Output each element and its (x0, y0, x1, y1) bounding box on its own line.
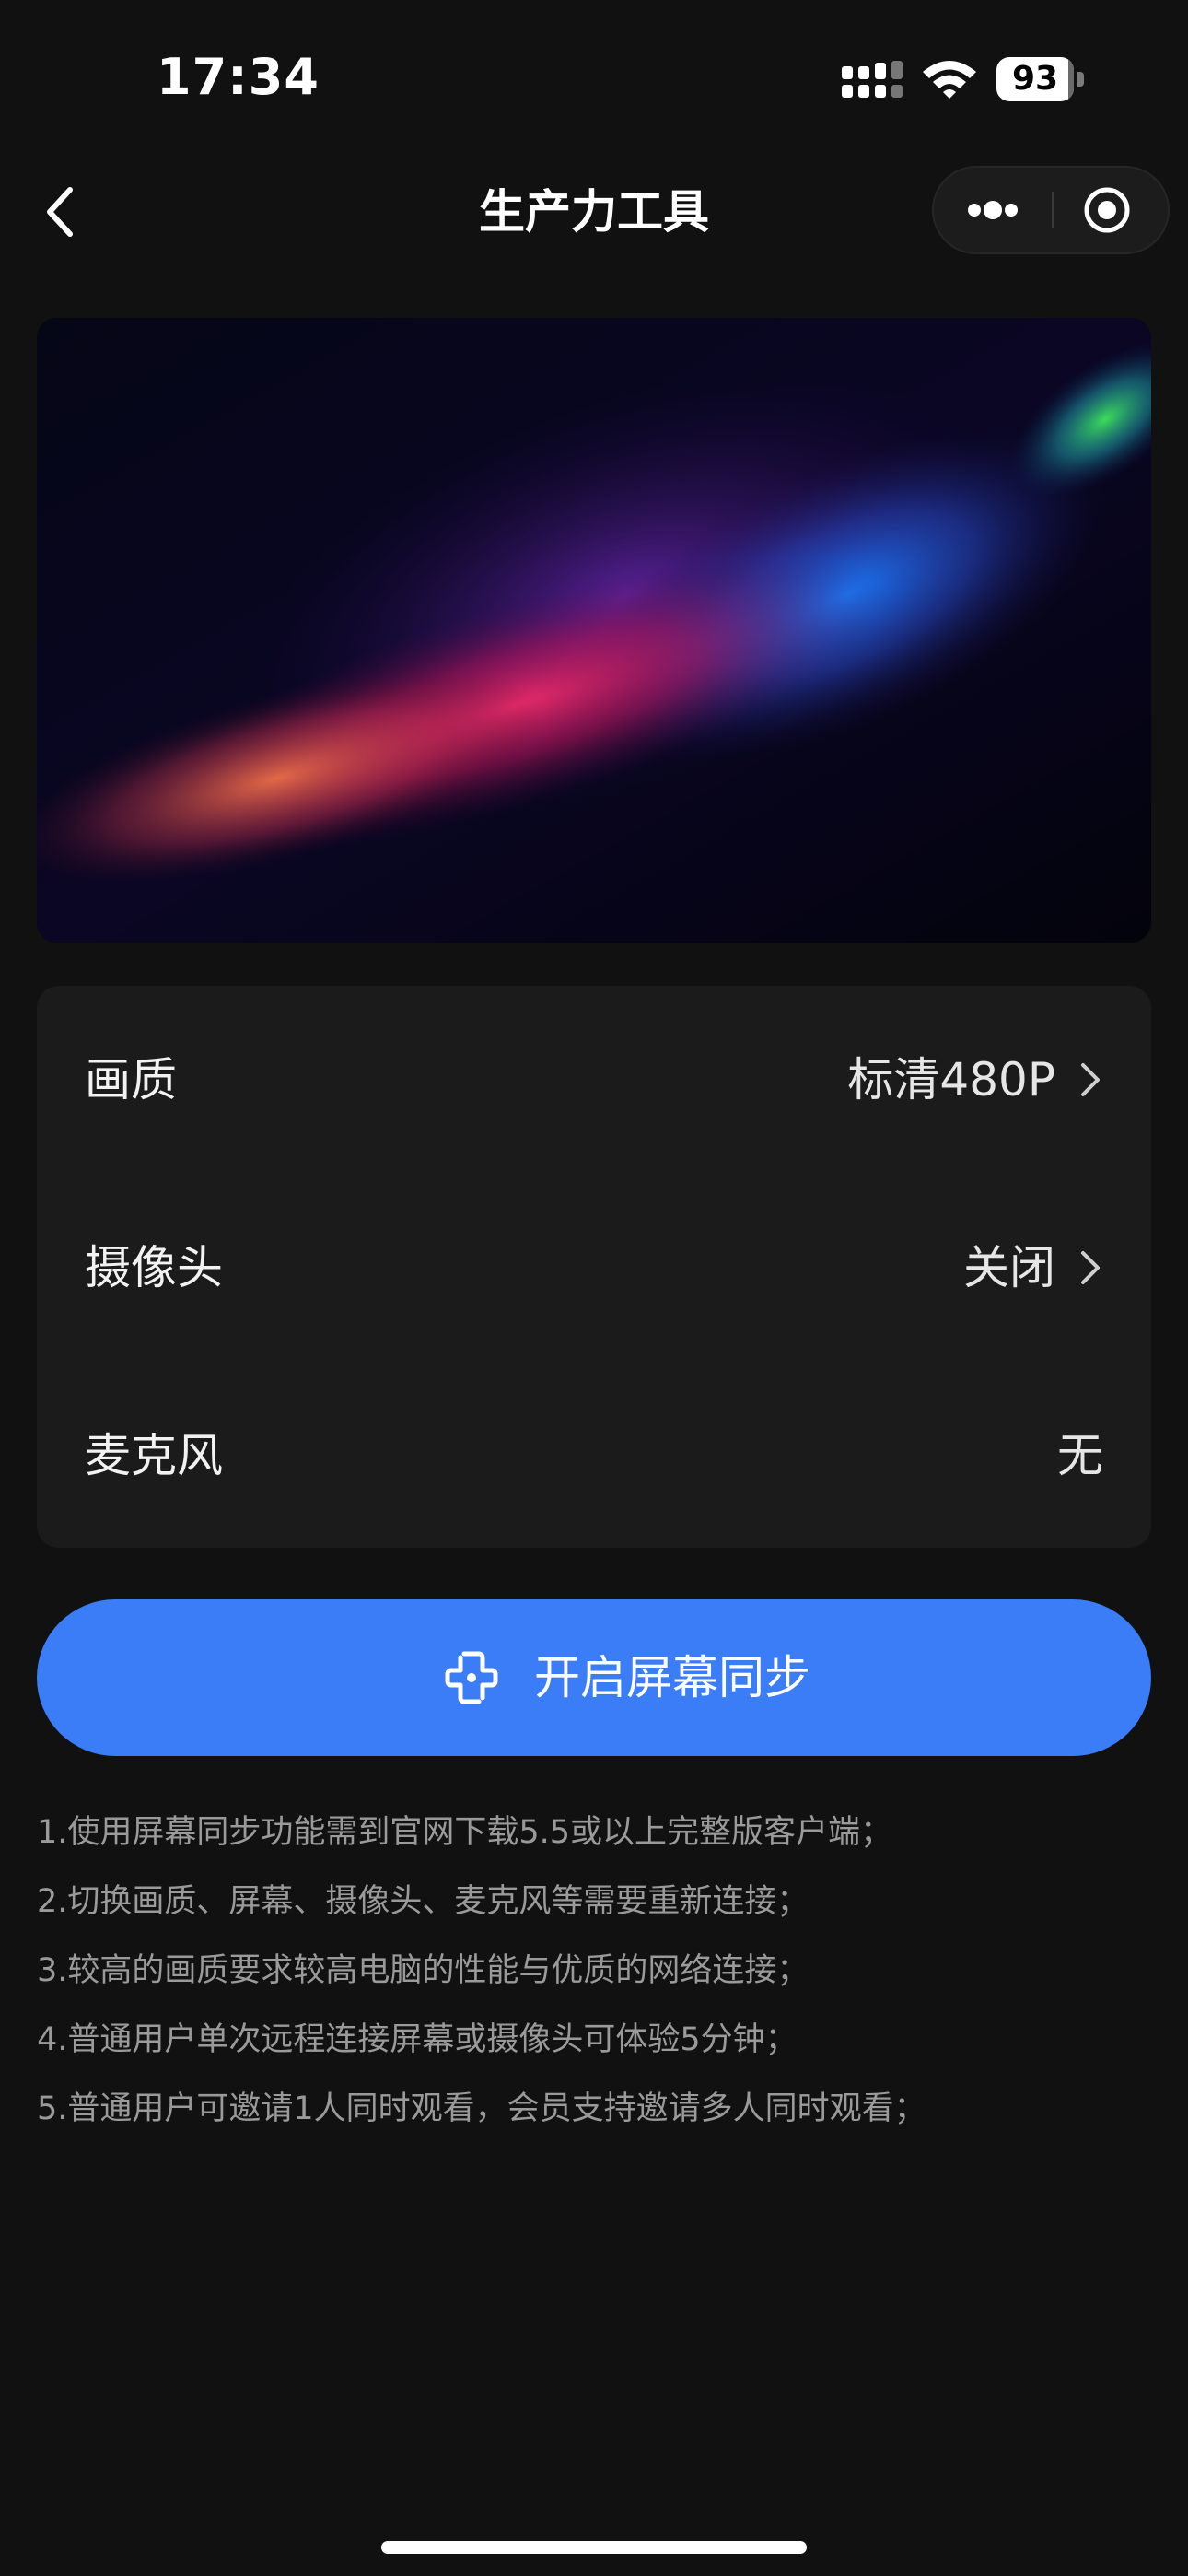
signal-icon (842, 61, 903, 98)
battery-level: 93 (1011, 60, 1059, 98)
note-item: 3.较高的画质要求较高电脑的性能与优质的网络连接； (37, 1952, 809, 1989)
setting-row-camera[interactable]: 摄像头 关闭 (37, 1174, 1151, 1362)
note-item: 4.普通用户单次远程连接屏幕或摄像头可体验5分钟； (37, 2021, 798, 2058)
more-button[interactable] (934, 168, 1052, 252)
setting-label: 摄像头 (85, 1241, 223, 1294)
start-button-label: 开启屏幕同步 (534, 1651, 810, 1704)
more-icon (968, 201, 1018, 219)
setting-label: 麦克风 (85, 1429, 223, 1482)
nav-bar: 生产力工具 (0, 157, 1188, 267)
battery-icon: 93 (996, 57, 1085, 101)
battery-cap (1077, 72, 1084, 87)
back-icon (47, 187, 73, 237)
note-item: 2.切换画质、屏幕、摄像头、麦克风等需要重新连接； (37, 1883, 809, 1920)
chevron-right-icon (1081, 1063, 1100, 1096)
start-screen-sync-button[interactable]: 开启屏幕同步 (37, 1599, 1151, 1756)
setting-value: 无 (1057, 1429, 1103, 1482)
screen-preview (37, 318, 1151, 943)
back-button[interactable] (37, 177, 92, 247)
setting-value: 关闭 (963, 1241, 1055, 1294)
status-time: 17:34 (157, 48, 320, 106)
preview-wallpaper (37, 318, 1151, 943)
home-indicator (381, 2541, 807, 2554)
close-mini-program-icon (1084, 187, 1130, 233)
wifi-icon (923, 61, 976, 99)
usage-notes: 1.使用屏幕同步功能需到官网下载5.5或以上完整版客户端； 2.切换画质、屏幕、… (37, 1798, 1151, 2144)
status-bar: 17:34 93 (0, 0, 1188, 147)
settings-card: 画质 标清480P 摄像头 关闭 麦克风 无 (37, 986, 1151, 1548)
setting-row-quality[interactable]: 画质 标清480P (37, 986, 1151, 1174)
page-title: 生产力工具 (479, 185, 709, 239)
note-item: 1.使用屏幕同步功能需到官网下载5.5或以上完整版客户端； (37, 1814, 893, 1851)
screen-sync-icon (445, 1651, 498, 1704)
setting-label: 画质 (85, 1053, 177, 1107)
mini-program-capsule (932, 166, 1170, 254)
note-item: 5.普通用户可邀请1人同时观看，会员支持邀请多人同时观看； (37, 2090, 926, 2127)
chevron-right-icon (1081, 1251, 1100, 1284)
setting-row-microphone[interactable]: 麦克风 无 (37, 1362, 1151, 1550)
setting-value: 标清480P (847, 1053, 1055, 1107)
battery-body: 93 (996, 57, 1074, 101)
close-mini-program-button[interactable] (1054, 168, 1168, 252)
